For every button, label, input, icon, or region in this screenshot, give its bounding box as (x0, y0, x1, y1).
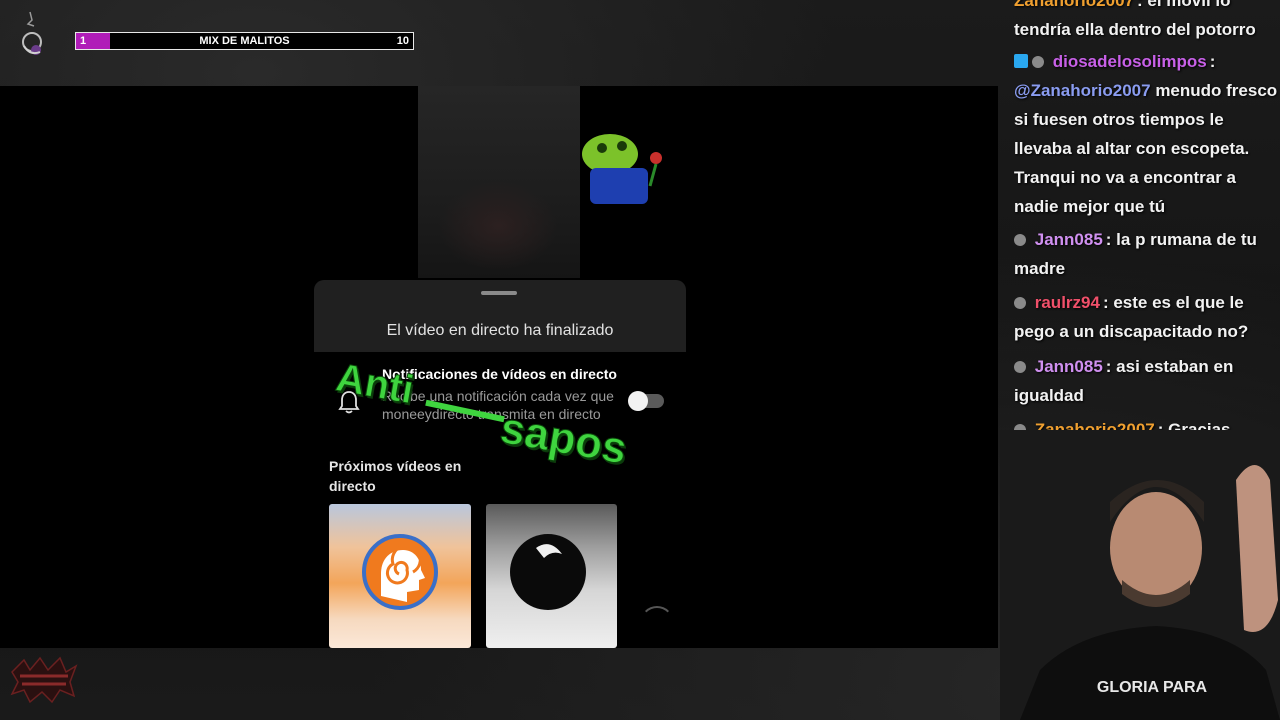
prime-badge-icon (1014, 54, 1028, 68)
chat-message: Zanahorio2007: el movil lo tendría ella … (1014, 0, 1280, 44)
sub-badge-icon (1014, 297, 1026, 309)
mix-end-number: 10 (396, 35, 409, 47)
upcoming-videos-title: Próximos vídeos en directo (329, 458, 462, 494)
chat-mention[interactable]: @Zanahorio2007 (1014, 81, 1151, 100)
chat-panel: Zanahorio2007: el movil lo tendría ella … (1010, 0, 1280, 500)
notification-title: Notificaciones de vídeos en directo (382, 366, 617, 382)
upcoming-video-thumbnail[interactable] (329, 504, 471, 648)
chat-username[interactable]: diosadelosolimpos (1053, 52, 1207, 71)
chat-text: menudo fresco si fuesen otros tiempos le… (1014, 81, 1278, 216)
sub-badge-icon (1032, 56, 1044, 68)
notification-description: Recibe una notificación cada vez que mon… (382, 388, 614, 422)
mix-title: MIX DE MALITOS (199, 35, 290, 47)
moon-icon (510, 534, 586, 610)
sheet-title: El vídeo en directo ha finalizado (386, 322, 614, 339)
chat-message: raulrz94: este es el que le pego a un di… (1014, 293, 1249, 341)
bell-icon (338, 391, 360, 414)
chat-username[interactable]: Jann085 (1035, 230, 1103, 249)
streamer-logo (10, 656, 78, 704)
toggle-knob (628, 391, 648, 411)
channel-logo-icon (22, 11, 42, 55)
live-ended-sheet: El vídeo en directo ha finalizado (314, 280, 686, 352)
chat-message: diosadelosolimpos: @Zanahorio2007 menudo… (1014, 52, 1278, 216)
chat-username[interactable]: Zanahorio2007 (1014, 0, 1134, 10)
mix-progress-bar: 1 MIX DE MALITOS 10 (75, 32, 414, 50)
screen-capture: El vídeo en directo ha finalizado Notifi… (0, 86, 998, 648)
notification-setting-row[interactable]: Notificaciones de vídeos en directo Reci… (330, 366, 670, 446)
chat-username[interactable]: Jann085 (1035, 357, 1103, 376)
chat-message: Jann085: asi estaban en igualdad (1014, 357, 1234, 405)
streamer-webcam: GLORIA PARA (1000, 430, 1280, 720)
sub-badge-icon (1014, 361, 1026, 373)
sub-badge-icon (1014, 234, 1026, 246)
chat-username[interactable]: raulrz94 (1035, 293, 1100, 312)
upcoming-video-thumbnail[interactable] (486, 504, 617, 648)
shirt-text: GLORIA PARA (1097, 679, 1208, 696)
loading-spinner-icon (640, 606, 674, 640)
frog-sticker-icon (582, 134, 662, 204)
brain-head-icon (362, 534, 438, 610)
video-preview (418, 86, 580, 278)
notification-toggle[interactable] (628, 391, 664, 411)
chat-message: Jann085: la p rumana de tu madre (1014, 230, 1257, 278)
sheet-drag-handle[interactable] (481, 291, 517, 295)
